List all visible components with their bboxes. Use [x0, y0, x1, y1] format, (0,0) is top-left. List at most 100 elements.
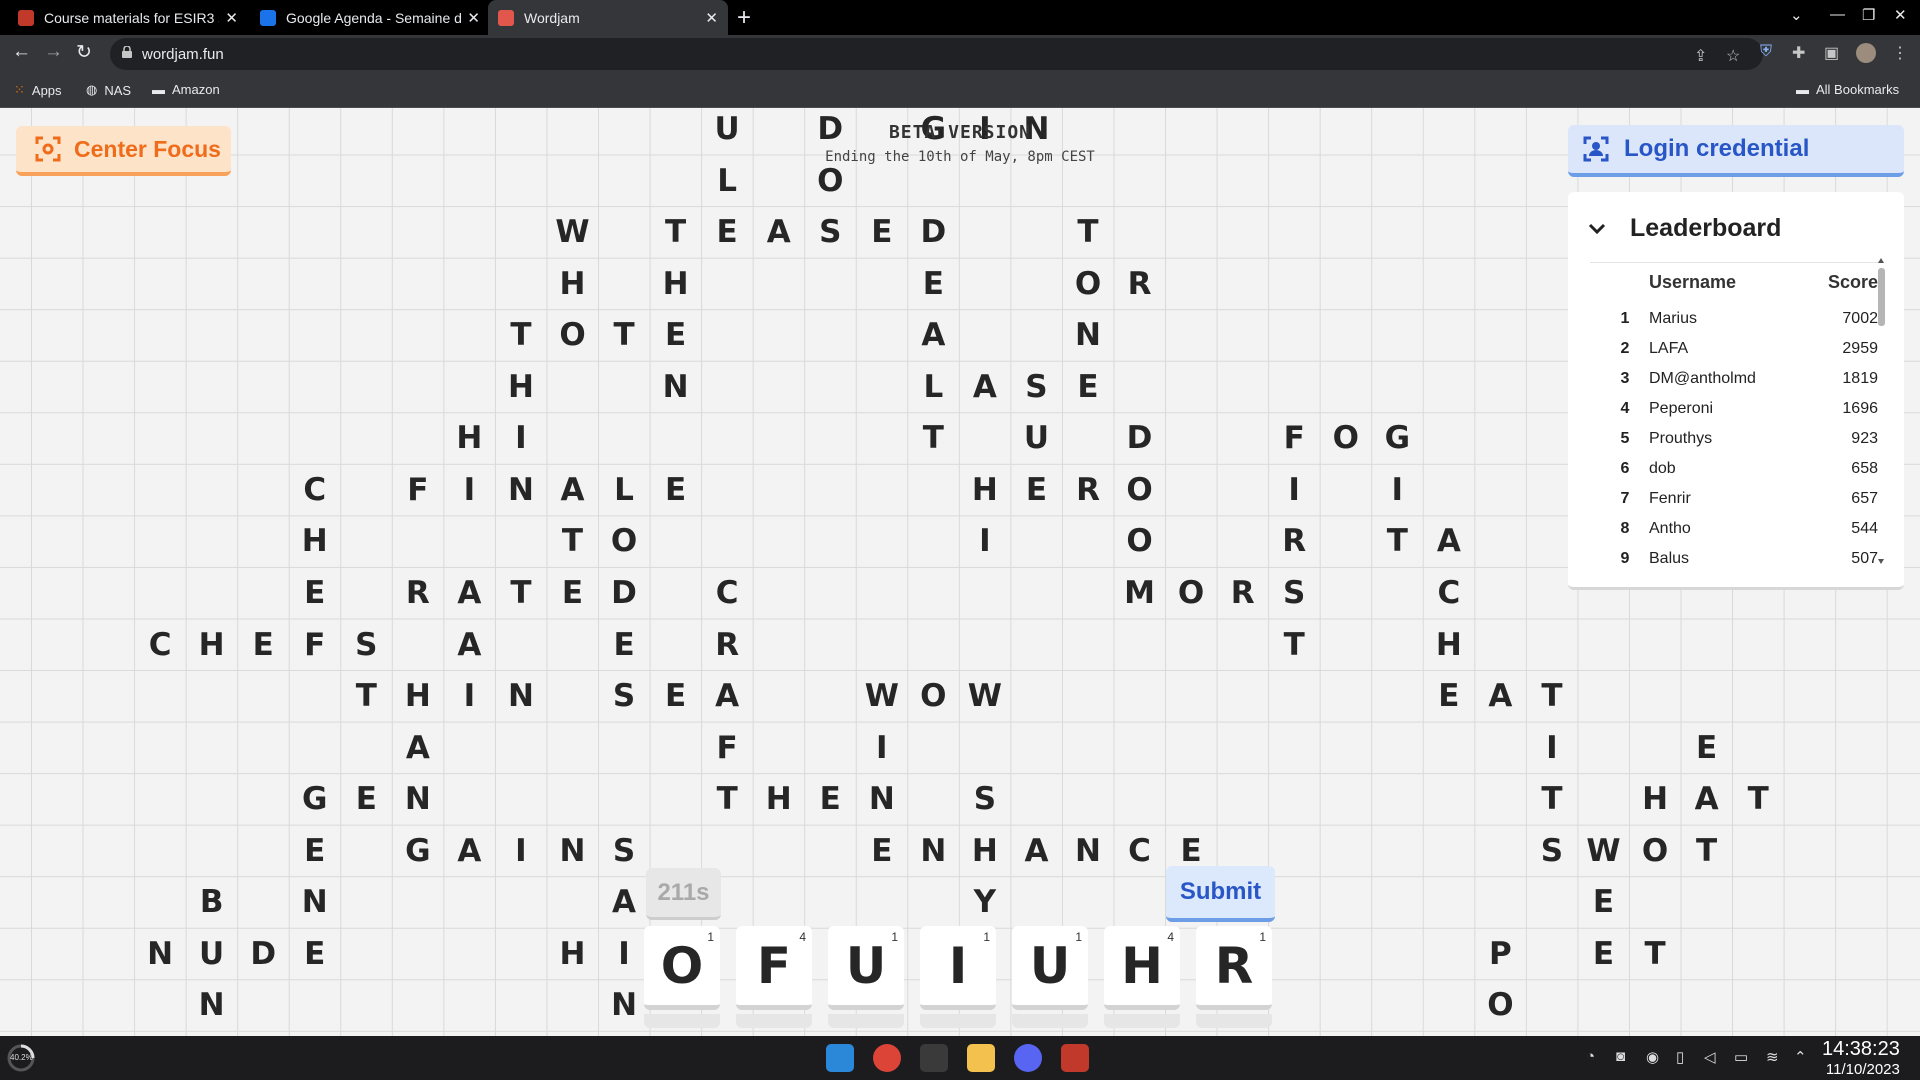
board-letter: C: [1437, 574, 1461, 611]
board-letter: D: [611, 574, 637, 611]
globe-icon: ◍: [86, 82, 98, 97]
close-tab-icon[interactable]: ✕: [467, 9, 480, 27]
bitwarden-extension-icon[interactable]: ⛨: [1760, 43, 1772, 61]
tile-letter: R: [1214, 936, 1254, 995]
reload-icon[interactable]: ↻: [76, 41, 92, 64]
letter-tile[interactable]: U1: [828, 926, 904, 1010]
letter-tile[interactable]: I1: [920, 926, 996, 1010]
discord-icon[interactable]: [1014, 1044, 1042, 1072]
share-icon[interactable]: ⇪: [1694, 46, 1707, 66]
board-letter: N: [147, 935, 174, 972]
login-credential-button[interactable]: Login credential: [1568, 125, 1904, 177]
board-letter: R: [1076, 471, 1100, 508]
score: 1819: [1842, 370, 1878, 387]
apps-grid-icon: ⁙: [14, 82, 25, 97]
center-focus-button[interactable]: Center Focus: [16, 126, 231, 176]
clock-time: 14:38:23: [1822, 1038, 1900, 1060]
forward-icon[interactable]: →: [44, 41, 63, 63]
chevron-up-icon[interactable]: ⌃: [1794, 1048, 1807, 1066]
score: 544: [1851, 520, 1878, 537]
board-letter: A: [715, 678, 740, 715]
board-letter: E: [665, 678, 687, 715]
letter-tile[interactable]: O1: [644, 926, 720, 1010]
letter-tile[interactable]: U1: [1012, 926, 1088, 1010]
letter-tile[interactable]: F4: [736, 926, 812, 1010]
bookmark-amazon[interactable]: ▬ Amazon: [152, 82, 220, 97]
board-letter: W: [555, 214, 590, 251]
chrome-tray-icon[interactable]: ◉: [1646, 1048, 1659, 1066]
tab-title: Course materials for ESIR3 s: [44, 9, 220, 26]
board-letter: H: [971, 832, 998, 869]
clock-date: 11/10/2023: [1825, 1061, 1900, 1078]
username: Balus: [1649, 550, 1690, 567]
rank: 2: [1620, 340, 1630, 357]
extensions-puzzle-icon[interactable]: ✚: [1792, 43, 1805, 63]
close-window-icon[interactable]: ✕: [1894, 6, 1907, 24]
leaderboard-rows: 1 Marius 7002 2 LAFA 2959 3 DM@antholmd 1819 4…: [1568, 310, 1878, 580]
board-letter: C: [715, 574, 739, 611]
leaderboard-row: 1 Marius 7002: [1568, 310, 1878, 340]
bookmark-apps[interactable]: ⁙ Apps: [14, 82, 62, 98]
profile-avatar[interactable]: [1856, 43, 1876, 63]
board-letter: S: [612, 832, 636, 869]
board-letter: T: [1696, 832, 1718, 869]
tile-letter: U: [845, 936, 887, 995]
address-bar[interactable]: wordjam.fun ⇪ ☆: [110, 38, 1763, 70]
file-explorer-icon[interactable]: [967, 1044, 995, 1072]
username: Peperoni: [1649, 400, 1714, 417]
tab-search-icon[interactable]: ⌄: [1790, 6, 1803, 24]
board-letter: H: [404, 678, 431, 715]
letter-tile[interactable]: R1: [1196, 926, 1272, 1010]
back-icon[interactable]: ←: [12, 41, 31, 63]
windows-start-icon[interactable]: [826, 1044, 854, 1072]
letter-tile[interactable]: H4: [1104, 926, 1180, 1010]
menu-kebab-icon[interactable]: ⋮: [1892, 43, 1908, 63]
chevron-down-icon: [1588, 223, 1606, 234]
close-tab-icon[interactable]: ✕: [705, 9, 718, 27]
beta-subtitle: Ending the 10th of May, 8pm CEST: [825, 149, 1095, 165]
leaderboard-header[interactable]: Leaderboard: [1588, 214, 1781, 243]
submit-button[interactable]: Submit: [1166, 866, 1275, 922]
minimize-icon[interactable]: —: [1830, 6, 1845, 23]
side-panel-icon[interactable]: ▣: [1824, 43, 1839, 63]
tab-wordjam[interactable]: Wordjam ✕: [488, 0, 728, 35]
tab-google-agenda[interactable]: Google Agenda - Semaine d ✕: [250, 0, 490, 35]
volume-icon[interactable]: ◁: [1704, 1048, 1716, 1066]
device-icon[interactable]: ▯: [1676, 1048, 1684, 1066]
board-letter: E: [613, 626, 635, 663]
all-bookmarks-label: All Bookmarks: [1816, 82, 1900, 97]
board-letter: A: [457, 832, 482, 869]
tile-score: 1: [891, 930, 898, 944]
wifi-icon[interactable]: ≋: [1766, 1048, 1779, 1066]
bookmark-nas[interactable]: ◍ NAS: [86, 82, 131, 98]
board-letter: A: [457, 626, 482, 663]
tile-letter: U: [1029, 936, 1071, 995]
rank: 6: [1620, 460, 1630, 477]
new-tab-icon[interactable]: +: [737, 4, 751, 32]
chrome-icon[interactable]: [873, 1044, 901, 1072]
board-letter: T: [922, 420, 944, 457]
board-letter: Y: [973, 884, 997, 921]
bookmark-star-icon[interactable]: ☆: [1726, 46, 1740, 66]
board-letter: A: [457, 574, 482, 611]
tile-letter: I: [948, 936, 968, 995]
tray-app-icon[interactable]: ◔: [1586, 1048, 1595, 1065]
game-board-viewport[interactable]: UDGINLOWTEASEDTHHEORTOTEANHNLASEHITUDFOG…: [0, 108, 1920, 1036]
terminal-icon[interactable]: [920, 1044, 948, 1072]
board-letter: H: [301, 523, 328, 560]
all-bookmarks[interactable]: ▬ All Bookmarks: [1796, 82, 1899, 97]
board-letter: O: [1126, 471, 1153, 508]
discord-tray-icon[interactable]: ◙: [1616, 1048, 1625, 1065]
board-letter: E: [355, 781, 377, 818]
restore-icon[interactable]: ❐: [1862, 6, 1875, 24]
board-letter: T: [355, 678, 377, 715]
close-tab-icon[interactable]: ✕: [225, 9, 238, 27]
board-letter: O: [920, 678, 947, 715]
system-clock[interactable]: 14:38:23 11/10/2023: [1822, 1038, 1900, 1078]
tab-course-materials[interactable]: Course materials for ESIR3 s ✕: [8, 0, 248, 35]
scrollbar-thumb[interactable]: [1878, 268, 1885, 326]
wordjam-app-icon[interactable]: [1061, 1044, 1089, 1072]
board-letter: I: [876, 729, 888, 766]
folder-icon: ▬: [1796, 82, 1809, 97]
battery-icon[interactable]: ▭: [1734, 1048, 1748, 1066]
